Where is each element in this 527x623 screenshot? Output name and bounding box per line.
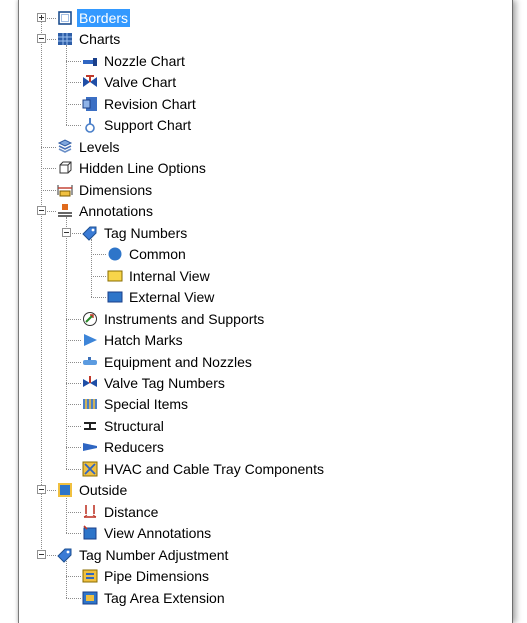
tree-item-label: Instruments and Supports <box>104 310 265 327</box>
tree-item-hidden-line-options[interactable]: Hidden Line Options <box>19 158 499 178</box>
tree-item-external-view[interactable]: External View <box>19 287 499 307</box>
tree-item-outside[interactable]: Outside <box>19 480 499 500</box>
tree-item-label: Equipment and Nozzles <box>104 353 252 370</box>
borders-icon <box>57 10 73 26</box>
tree-item-structural[interactable]: Structural <box>19 416 499 436</box>
tree-item-hatch-marks[interactable]: Hatch Marks <box>19 330 499 350</box>
nozzle-chart-icon <box>82 53 98 69</box>
pipe-dimensions-icon <box>82 568 98 584</box>
tree-item-label: Annotations <box>79 203 153 220</box>
collapse-icon[interactable] <box>62 227 71 237</box>
tree-item-borders[interactable]: Borders <box>19 8 499 28</box>
outside-icon <box>57 482 73 498</box>
tree-item-hvac-and-cable-tray-components[interactable]: HVAC and Cable Tray Components <box>19 459 499 479</box>
tree-item-label: Hidden Line Options <box>79 160 206 177</box>
tree-item-common[interactable]: Common <box>19 244 499 264</box>
tree-item-label: HVAC and Cable Tray Components <box>104 460 324 477</box>
annotations-icon <box>57 203 73 219</box>
tree-item-pipe-dimensions[interactable]: Pipe Dimensions <box>19 566 499 586</box>
tree-item-view-annotations[interactable]: View Annotations <box>19 523 499 543</box>
tree-item-distance[interactable]: Distance <box>19 502 499 522</box>
levels-icon <box>57 139 73 155</box>
tag-icon <box>57 547 73 563</box>
tree-item-label: Internal View <box>129 267 210 284</box>
tree-item-levels[interactable]: Levels <box>19 137 499 157</box>
collapse-icon[interactable] <box>37 549 46 559</box>
tree-item-label: Common <box>129 246 186 263</box>
tree-item-label: Valve Chart <box>104 74 177 91</box>
tree-item-label: Dimensions <box>79 181 153 198</box>
tree-item-label: Outside <box>79 482 128 499</box>
tree-item-nozzle-chart[interactable]: Nozzle Chart <box>19 51 499 71</box>
tree-item-label: Levels <box>79 138 120 155</box>
tree-item-annotations[interactable]: Annotations <box>19 201 499 221</box>
tree-item-label: Tag Area Extension <box>104 589 225 606</box>
tree-item-label: External View <box>129 289 215 306</box>
tree-item-label: Support Chart <box>104 117 192 134</box>
tree-item-support-chart[interactable]: Support Chart <box>19 115 499 135</box>
tree-item-revision-chart[interactable]: Revision Chart <box>19 94 499 114</box>
tree-item-instruments-and-supports[interactable]: Instruments and Supports <box>19 309 499 329</box>
valve-chart-icon <box>82 74 98 90</box>
tree-item-label: Pipe Dimensions <box>104 568 210 585</box>
tree-item-special-items[interactable]: Special Items <box>19 394 499 414</box>
instrument-icon <box>82 311 98 327</box>
valve-tag-icon <box>82 375 98 391</box>
tree-item-tag-area-extension[interactable]: Tag Area Extension <box>19 588 499 608</box>
tree-item-label: Tag Number Adjustment <box>79 546 229 563</box>
tree-item-internal-view[interactable]: Internal View <box>19 266 499 286</box>
tree-item-label: Revision Chart <box>104 95 196 112</box>
tree-item-charts[interactable]: Charts <box>19 29 499 49</box>
external-view-icon <box>107 289 123 305</box>
tree-item-valve-tag-numbers[interactable]: Valve Tag Numbers <box>19 373 499 393</box>
tree-item-label: Charts <box>79 31 121 48</box>
tree-item-label: View Annotations <box>104 525 212 542</box>
structural-icon <box>82 418 98 434</box>
expand-icon[interactable] <box>37 13 46 22</box>
tree-item-label: Reducers <box>104 439 164 456</box>
tree-item-dimensions[interactable]: Dimensions <box>19 180 499 200</box>
tree-panel: Borders Charts Nozzle Chart Valve Chart Revi… <box>18 0 513 623</box>
tag-area-icon <box>82 590 98 606</box>
hvac-icon <box>82 461 98 477</box>
internal-view-icon <box>107 268 123 284</box>
tree-item-tag-numbers[interactable]: Tag Numbers <box>19 223 499 243</box>
tree-item-valve-chart[interactable]: Valve Chart <box>19 72 499 92</box>
view-annotations-icon <box>82 525 98 541</box>
tree-item-label: Structural <box>104 417 164 434</box>
reducers-icon <box>82 439 98 455</box>
collapse-icon[interactable] <box>37 206 46 216</box>
equipment-icon <box>82 354 98 370</box>
tree-item-equipment-and-nozzles[interactable]: Equipment and Nozzles <box>19 352 499 372</box>
tree-item-label: Distance <box>104 503 159 520</box>
tree-item-label: Special Items <box>104 396 189 413</box>
hidden-line-icon <box>57 160 73 176</box>
tree-item-label: Hatch Marks <box>104 332 183 349</box>
support-chart-icon <box>82 117 98 134</box>
dimensions-icon <box>57 182 73 198</box>
tag-icon <box>82 225 98 241</box>
tree-item-label: Valve Tag Numbers <box>104 374 225 391</box>
hatch-marks-icon <box>82 332 98 348</box>
tree-item-label: Nozzle Chart <box>104 52 185 69</box>
tree-item-label: Tag Numbers <box>104 224 188 241</box>
circle-icon <box>107 246 123 262</box>
tree-item-label: Borders <box>77 9 131 27</box>
distance-icon <box>82 504 98 520</box>
charts-icon <box>57 31 73 47</box>
tree-item-tag-number-adjustment[interactable]: Tag Number Adjustment <box>19 545 499 565</box>
special-items-icon <box>82 396 98 412</box>
collapse-icon[interactable] <box>37 34 46 44</box>
tree-item-reducers[interactable]: Reducers <box>19 437 499 457</box>
revision-chart-icon <box>82 96 98 112</box>
collapse-icon[interactable] <box>37 485 46 495</box>
